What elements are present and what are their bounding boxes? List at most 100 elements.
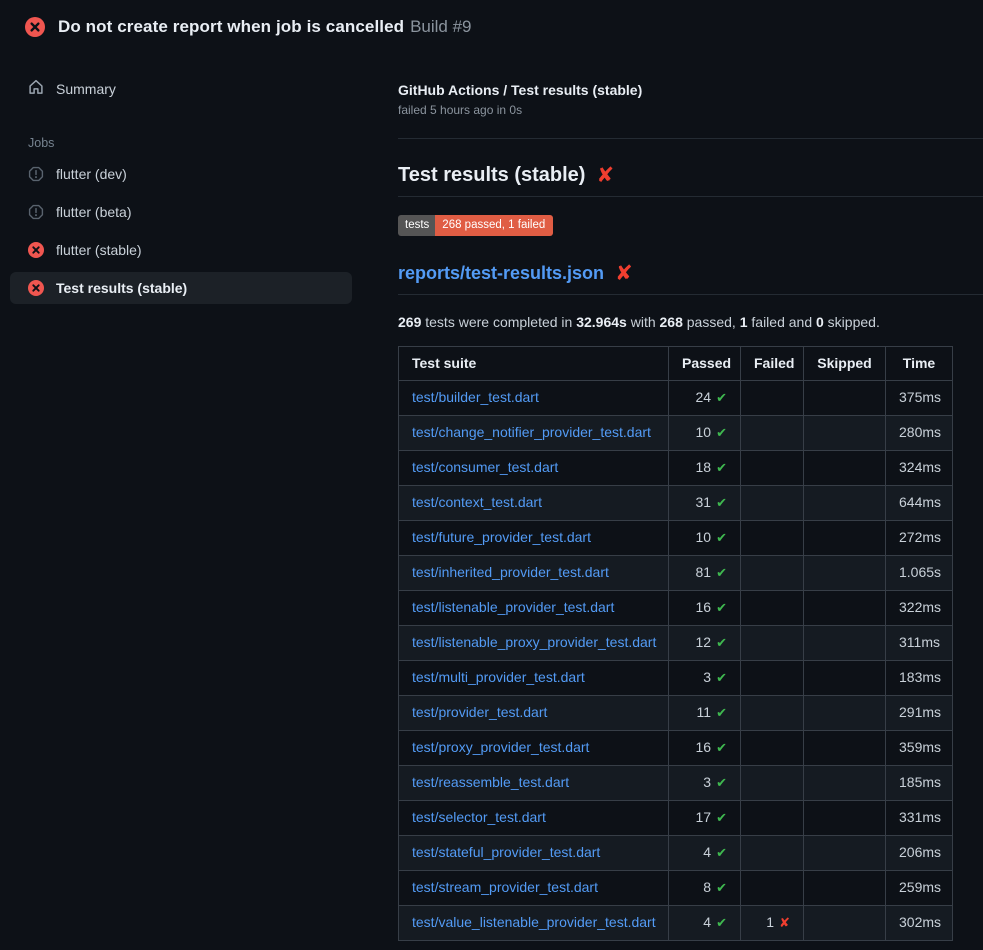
test-suite-link[interactable]: test/future_provider_test.dart [412,529,591,545]
test-suite-link[interactable]: test/stateful_provider_test.dart [412,844,600,860]
report-file-link[interactable]: reports/test-results.json [398,263,604,284]
test-suite-link[interactable]: test/context_test.dart [412,494,542,510]
table-row: test/listenable_proxy_provider_test.dart… [399,625,953,660]
passed-cell: 16✔ [669,590,741,625]
skipped-cell [804,660,886,695]
stop-icon [28,204,44,220]
test-suite-cell: test/stateful_provider_test.dart [399,835,669,870]
check-icon: ✔ [716,496,727,511]
tests-summary-line: 269 tests were completed in 32.964s with… [398,314,983,330]
time-cell: 302ms [886,905,953,940]
check-icon: ✔ [716,566,727,581]
check-icon: ✔ [716,426,727,441]
passed-cell: 31✔ [669,485,741,520]
test-suite-link[interactable]: test/builder_test.dart [412,389,539,405]
job-label: flutter (stable) [56,242,142,258]
test-suite-cell: test/value_listenable_provider_test.dart [399,905,669,940]
test-suite-link[interactable]: test/stream_provider_test.dart [412,879,598,895]
sidebar-item-summary[interactable]: Summary [10,71,352,106]
test-suite-cell: test/multi_provider_test.dart [399,660,669,695]
time-cell: 206ms [886,835,953,870]
test-suite-link[interactable]: test/consumer_test.dart [412,459,558,475]
failed-cell [741,520,804,555]
test-suite-cell: test/selector_test.dart [399,800,669,835]
failed-cell [741,555,804,590]
x-circle-icon [25,17,45,37]
test-suite-link[interactable]: test/multi_provider_test.dart [412,669,585,685]
passed-cell: 18✔ [669,450,741,485]
time-cell: 259ms [886,870,953,905]
table-row: test/consumer_test.dart 18✔ 324ms [399,450,953,485]
home-icon [28,79,44,95]
table-row: test/inherited_provider_test.dart81✔1.06… [399,555,953,590]
col-header-test-suite: Test suite [399,346,669,380]
job-label: Test results (stable) [56,280,187,296]
summary-label: Summary [56,81,116,97]
test-suite-link[interactable]: test/reassemble_test.dart [412,774,569,790]
skipped-cell [804,415,886,450]
failed-cell [741,800,804,835]
skipped-cell [804,590,886,625]
test-suite-link[interactable]: test/value_listenable_provider_test.dart [412,914,656,930]
jobs-sidebar: Summary Jobs flutter (dev) flutter (beta… [10,49,352,310]
skipped-cell [804,625,886,660]
sidebar-job-item[interactable]: flutter (beta) [10,196,352,228]
test-suite-link[interactable]: test/listenable_provider_test.dart [412,599,614,615]
test-suite-link[interactable]: test/provider_test.dart [412,704,547,720]
time-cell: 280ms [886,415,953,450]
divider [398,138,983,139]
x-circle-icon [28,242,44,258]
test-suite-link[interactable]: test/listenable_proxy_provider_test.dart [412,634,656,650]
time-cell: 272ms [886,520,953,555]
failed-cell [741,660,804,695]
breadcrumb: GitHub Actions / Test results (stable) [398,82,983,98]
table-row: test/provider_test.dart11✔291ms [399,695,953,730]
passed-cell: 24✔ [669,380,741,415]
test-suite-cell: test/stream_provider_test.dart [399,870,669,905]
run-title: Do not create report when job is cancell… [58,17,404,36]
test-suite-link[interactable]: test/selector_test.dart [412,809,546,825]
passed-cell: 16✔ [669,730,741,765]
run-build-number: Build #9 [410,17,471,36]
run-status-icon [25,17,45,37]
sidebar-job-item[interactable]: Test results (stable) [10,272,352,304]
test-suite-cell: test/consumer_test.dart [399,450,669,485]
table-row: test/context_test.dart31✔644ms [399,485,953,520]
test-suite-link[interactable]: test/inherited_provider_test.dart [412,564,609,580]
table-header-row: Test suite Passed Failed Skipped Time [399,346,953,380]
passed-cell: 4✔ [669,905,741,940]
skipped-cell [804,905,886,940]
test-suite-cell: test/proxy_provider_test.dart [399,730,669,765]
test-suite-link[interactable]: test/proxy_provider_test.dart [412,739,589,755]
time-cell: 183ms [886,660,953,695]
check-icon: ✔ [716,846,727,861]
time-cell: 324ms [886,450,953,485]
sidebar-job-item[interactable]: flutter (dev) [10,158,352,190]
passed-cell: 17✔ [669,800,741,835]
skipped-cell [804,695,886,730]
x-circle-icon [28,280,44,296]
run-meta: failed 5 hours ago in 0s [398,103,983,117]
failed-cell [741,835,804,870]
test-suite-cell: test/listenable_proxy_provider_test.dart [399,625,669,660]
failed-cell [741,590,804,625]
test-suite-link[interactable]: test/change_notifier_provider_test.dart [412,424,651,440]
test-suite-cell: test/context_test.dart [399,485,669,520]
failed-x-icon: ✘ [615,263,633,284]
check-run-panel: GitHub Actions / Test results (stable) f… [352,49,983,941]
skipped-cell [804,835,886,870]
failed-cell [741,695,804,730]
table-row: test/stateful_provider_test.dart4✔206ms [399,835,953,870]
test-suite-cell: test/future_provider_test.dart [399,520,669,555]
sidebar-job-item[interactable]: flutter (stable) [10,234,352,266]
passed-cell: 10✔ [669,520,741,555]
skipped-cell [804,555,886,590]
test-suite-cell: test/builder_test.dart [399,380,669,415]
time-cell: 185ms [886,765,953,800]
check-icon: ✔ [716,461,727,476]
passed-cell: 3✔ [669,660,741,695]
passed-cell: 12✔ [669,625,741,660]
time-cell: 359ms [886,730,953,765]
skipped-cell [804,485,886,520]
table-row: test/value_listenable_provider_test.dart… [399,905,953,940]
